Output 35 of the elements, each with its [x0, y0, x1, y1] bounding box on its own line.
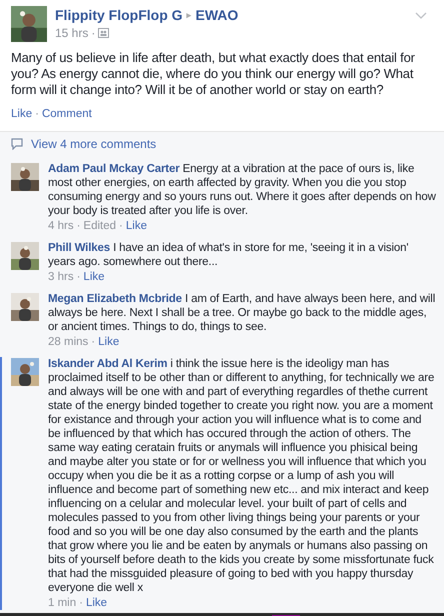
- comment-text: Iskander Abd Al Kerim i think the issue here is the ideoligy man has proclaimed itself to be other than or different to anything, for technically we are and always will be one with and part of everything regardles of thethe current state of the energy binded together to create you right now. you are a moment for existance and through your action you will influence what is to come and be influenced by that which has occured through the action of others. The same way eating ceratain fruits or anymals will influence you phisical being and maybe alter you state or for or wellness you will influence that which you occupy when you die be it as a rotting corpse or a lump of ash you will influence and become part of something new etc... and mix interact and keep influencing on a celular and molecular level. your built of part of cells and molecules passed to you from other living things being your parents or your food and so you will be one day also consumed by the earth and the plants that grow where you lie and be eaten by anymals or humans also passing on bits of yourself before death to the kids you create by some missfortunate fuck that had the missguided pleasure of going to bed with you happy thursday everyone die well x: [48, 357, 436, 596]
- separator-dot: ·: [78, 596, 84, 610]
- separator-dot: ·: [76, 270, 82, 284]
- commenter-link[interactable]: Megan Elizabeth Mcbride: [48, 293, 182, 306]
- arrow-icon: ▸: [186, 6, 192, 24]
- group-icon: [98, 28, 110, 38]
- action-link[interactable]: Comment: [42, 106, 92, 124]
- post-text: Many of us believe in life after death, but what exactly does that entail for you? As energy cannot die, where do you think our energy will go? What form will it change into? Will it be of another world or stay on earth?: [11, 50, 416, 98]
- like-link[interactable]: Like: [126, 219, 147, 234]
- like-link[interactable]: Like: [98, 335, 120, 350]
- comment-meta: Edited: [83, 219, 116, 234]
- separator-dot: ·: [91, 25, 96, 42]
- comment-meta: 1 min: [48, 596, 76, 610]
- like-link[interactable]: Like: [86, 596, 108, 610]
- separator-dot: ·: [118, 219, 124, 234]
- action-link[interactable]: Like: [11, 106, 32, 124]
- comment-text: Megan Elizabeth Mcbride I am of Earth, and have always been here, and will always be here. Next I shall be a tree. Or maybe go back to the middle ages, or ancient times. Things to do, things to see.: [48, 292, 436, 334]
- view-more-link[interactable]: View 4 more comments: [31, 135, 156, 154]
- comment-meta: 28 mins: [48, 335, 88, 350]
- separator-dot: ·: [76, 219, 82, 234]
- commenter-link[interactable]: Phill Wilkes: [48, 242, 110, 254]
- comment-text: Phill Wilkes I have an idea of what's in store for me, 'seeing it in a vision' years ago. somewhere out there...: [48, 241, 410, 270]
- comment-text: Adam Paul Mckay Carter Energy at a vibration at the pace of ours is, like most other energies, on earth affected by gravity. When you die you stop consuming energy and so yours runs out. Where it goes after depends on how your body is treated after you life is over.: [48, 162, 436, 218]
- comment-meta: 3 hrs: [48, 270, 74, 284]
- commenter-link[interactable]: Adam Paul Mckay Carter: [48, 163, 180, 176]
- separator-dot: ·: [34, 107, 40, 122]
- post-time: 15 hrs: [55, 25, 88, 42]
- group-link[interactable]: EWAO: [196, 6, 238, 24]
- commenter-link[interactable]: Iskander Abd Al Kerim: [48, 358, 168, 370]
- separator-dot: ·: [90, 335, 96, 350]
- comment-icon: [11, 138, 23, 150]
- author-link[interactable]: Flippity FlopFlop G: [55, 6, 183, 24]
- like-link[interactable]: Like: [83, 270, 105, 284]
- comment-meta: 4 hrs: [48, 219, 74, 234]
- chevron-icon[interactable]: [415, 12, 427, 20]
